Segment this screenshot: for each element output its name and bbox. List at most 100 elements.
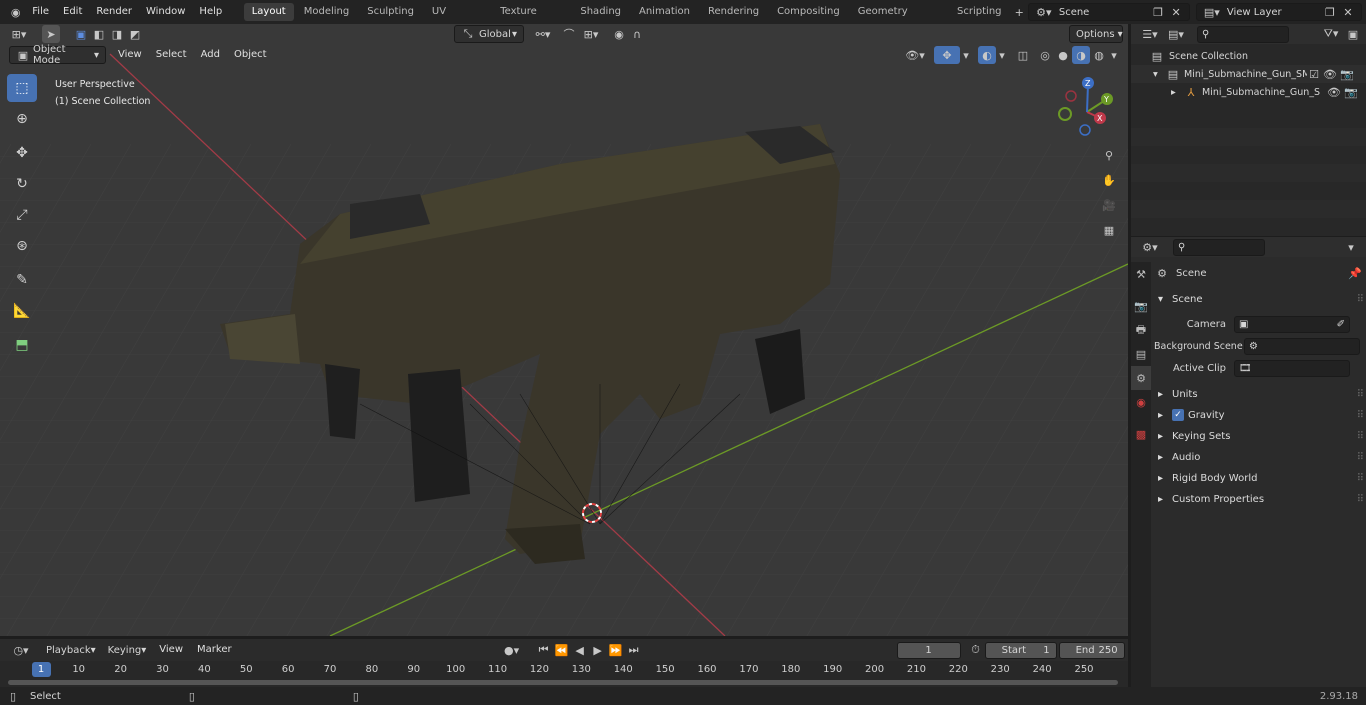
viewport-menu-select[interactable]: Select <box>149 43 194 67</box>
wireframe-shading-icon[interactable]: ◎ <box>1036 46 1054 64</box>
select-tool-icon[interactable]: ⬚ <box>7 74 37 102</box>
chevron-down-icon[interactable]: ▾ <box>1153 69 1165 80</box>
play-icon[interactable]: ▶ <box>589 641 607 659</box>
panel-scene-header[interactable]: ▾ Scene ⠿ <box>1154 289 1364 309</box>
drag-handle-icon[interactable]: ⠿ <box>1357 410 1364 421</box>
rotate-tool-icon[interactable]: ↻ <box>7 170 37 198</box>
panel-units[interactable]: ▸ Units ⠿ <box>1154 384 1364 404</box>
mode-dropdown[interactable]: ▣ Object Mode ▾ <box>9 44 106 66</box>
scale-tool-icon[interactable]: ⤢ <box>7 201 37 229</box>
select-tool-icon[interactable]: ➤ <box>42 25 60 43</box>
tab-layout[interactable]: Layout <box>243 3 294 21</box>
editor-type-icon[interactable]: ⚙▾ <box>1137 238 1163 256</box>
chevron-down-icon[interactable]: ▾ <box>1108 46 1120 64</box>
start-frame-field[interactable]: Start 1 <box>984 641 1057 659</box>
eye-icon[interactable]: 👁 <box>1325 83 1343 101</box>
camera-field[interactable]: ▣ ✐ <box>1234 315 1350 333</box>
gravity-checkbox[interactable]: ✓ <box>1172 409 1184 421</box>
camera-icon[interactable]: 📷 <box>1339 65 1355 83</box>
play-reverse-icon[interactable]: ◀ <box>571 641 589 659</box>
panel-keying-sets[interactable]: ▸ Keying Sets ⠿ <box>1154 426 1364 446</box>
filter-icon[interactable]: ⛛▾ <box>1318 25 1344 43</box>
falloff-icon[interactable]: ∩ <box>628 25 646 43</box>
properties-search-input[interactable]: ⚲ <box>1173 238 1265 256</box>
close-icon[interactable]: ✕ <box>1339 3 1357 21</box>
eyedropper-icon[interactable]: ✐ <box>1337 319 1345 330</box>
visibility-icon[interactable]: 👁▾ <box>902 46 928 64</box>
select-box-new-icon[interactable]: ▣ <box>72 25 90 43</box>
panel-audio[interactable]: ▸ Audio ⠿ <box>1154 447 1364 467</box>
background-scene-field[interactable]: ⚙ <box>1244 337 1360 355</box>
editor-type-icon[interactable]: ◷▾ <box>8 641 34 659</box>
xray-icon[interactable]: ◫ <box>1014 46 1032 64</box>
outliner-row-scene-collection[interactable]: ▤ Scene Collection <box>1131 47 1366 65</box>
panel-rigid-body-world[interactable]: ▸ Rigid Body World ⠿ <box>1154 468 1364 488</box>
menu-window[interactable]: Window <box>139 0 192 24</box>
tab-geometry-nodes[interactable]: Geometry Nodes <box>850 3 947 35</box>
eye-icon[interactable]: 👁 <box>1321 65 1339 83</box>
annotate-tool-icon[interactable]: ✎ <box>7 266 37 294</box>
viewport-menu-add[interactable]: Add <box>194 43 227 67</box>
menu-render[interactable]: Render <box>89 0 139 24</box>
new-collection-icon[interactable]: ▣ <box>1344 25 1362 43</box>
keying-menu[interactable]: Keying ▾ <box>102 641 153 659</box>
view-layer-selector[interactable]: ▤▾ View Layer ❐ ✕ <box>1195 3 1362 21</box>
tab-scripting[interactable]: Scripting <box>949 3 1009 21</box>
tab-rendering[interactable]: Rendering <box>700 3 767 21</box>
playback-menu[interactable]: Playback ▾ <box>40 641 102 659</box>
rendered-shading-icon[interactable]: ◍ <box>1090 46 1108 64</box>
menu-file[interactable]: File <box>25 0 56 24</box>
drag-handle-icon[interactable]: ⠿ <box>1357 294 1364 305</box>
zoom-icon[interactable]: ⚲ <box>1098 143 1120 168</box>
chevron-right-icon[interactable]: ▸ <box>1171 87 1183 98</box>
editor-type-icon[interactable]: ⊞▾ <box>6 25 32 43</box>
prev-keyframe-icon[interactable]: ⏪ <box>553 641 571 659</box>
pivot-icon[interactable]: ⚯▾ <box>530 25 556 43</box>
timeline-menu-view[interactable]: View <box>152 638 190 662</box>
gizmo-toggle-icon[interactable]: ✥ <box>934 46 960 64</box>
current-frame-field[interactable]: 1 <box>896 641 961 659</box>
ortho-grid-icon[interactable]: ▦ <box>1098 218 1120 243</box>
select-box-extend-icon[interactable]: ◧ <box>90 25 108 43</box>
pin-icon[interactable]: 📌 <box>1346 264 1364 282</box>
copy-icon[interactable]: ❐ <box>1321 3 1339 21</box>
tab-uv-editing[interactable]: UV Editing <box>424 3 490 35</box>
outliner-row-collection[interactable]: ▾ ▤ Mini_Submachine_Gun_SMG_S ☑ 👁 📷 <box>1131 65 1366 83</box>
panel-gravity[interactable]: ▸ ✓ Gravity ⠿ <box>1154 405 1364 425</box>
transform-orientation-dropdown[interactable]: ⤡ Global ▾ <box>454 25 524 43</box>
record-icon[interactable]: ●▾ <box>499 641 525 659</box>
viewport-menu-view[interactable]: View <box>111 43 149 67</box>
snap-icon[interactable]: ⌒ <box>560 25 578 43</box>
add-cube-tool-icon[interactable]: ⬒ <box>7 331 37 359</box>
move-tool-icon[interactable]: ✥ <box>7 139 37 167</box>
select-box-intersect-icon[interactable]: ◩ <box>126 25 144 43</box>
cursor-tool-icon[interactable]: ⊕ <box>7 105 37 133</box>
drag-handle-icon[interactable]: ⠿ <box>1357 389 1364 400</box>
solid-shading-icon[interactable]: ● <box>1054 46 1072 64</box>
drag-handle-icon[interactable]: ⠿ <box>1357 473 1364 484</box>
pan-hand-icon[interactable]: ✋ <box>1098 168 1120 193</box>
drag-handle-icon[interactable]: ⠿ <box>1357 452 1364 463</box>
jump-start-icon[interactable]: ⏮ <box>535 641 553 659</box>
tab-modeling[interactable]: Modeling <box>296 3 358 21</box>
output-tab-icon[interactable]: 🖶 <box>1131 318 1151 342</box>
view-layer-tab-icon[interactable]: ▤ <box>1131 342 1151 366</box>
proportional-edit-icon[interactable]: ◉ <box>610 25 628 43</box>
snap-target-icon[interactable]: ⊞▾ <box>578 25 604 43</box>
end-frame-field[interactable]: End 250 <box>1058 641 1125 659</box>
camera-view-icon[interactable]: 🎥 <box>1098 193 1120 218</box>
timeline-menu-marker[interactable]: Marker <box>190 638 239 662</box>
outliner-row-object[interactable]: ▸ ⅄ Mini_Submachine_Gun_S 👁 📷 <box>1131 83 1366 101</box>
world-tab-icon[interactable]: ◉ <box>1131 390 1151 414</box>
tab-texture-paint[interactable]: Texture Paint <box>492 3 570 35</box>
navigation-gizmo[interactable]: Z Y X <box>1055 74 1120 139</box>
active-clip-field[interactable]: 🎞 <box>1234 359 1350 377</box>
camera-icon[interactable]: 📷 <box>1343 83 1359 101</box>
drag-handle-icon[interactable]: ⠿ <box>1357 431 1364 442</box>
material-shading-icon[interactable]: ◑ <box>1072 46 1090 64</box>
drag-handle-icon[interactable]: ⠿ <box>1357 494 1364 505</box>
menu-edit[interactable]: Edit <box>56 0 89 24</box>
display-mode-icon[interactable]: ▤▾ <box>1163 25 1189 43</box>
scene-selector[interactable]: ⚙▾ Scene ❐ ✕ <box>1027 3 1191 21</box>
overlay-toggle-icon[interactable]: ◐ <box>978 46 996 64</box>
